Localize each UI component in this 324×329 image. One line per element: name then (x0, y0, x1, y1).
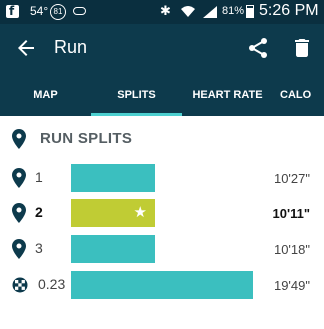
notification-badge-icon: 81 (50, 4, 66, 20)
split-label: 1 (35, 169, 43, 185)
voicemail-icon (73, 7, 86, 15)
split-label: 0.23 (38, 276, 66, 292)
split-bar (71, 235, 155, 263)
wifi-icon (181, 6, 195, 17)
split-row: 2 ★ 10'11" (0, 198, 324, 228)
split-label: 3 (35, 240, 43, 256)
facebook-notification-icon (6, 4, 19, 18)
map-pin-icon (12, 203, 26, 223)
split-label: 2 (35, 204, 43, 220)
split-pace: 10'27" (273, 171, 310, 186)
cell-signal-icon (203, 6, 217, 18)
run-splits-header: RUN SPLITS (0, 116, 324, 162)
share-icon[interactable] (246, 36, 270, 60)
delete-icon[interactable] (290, 36, 314, 60)
tab-bar: MAP SPLITS HEART RATE CALO (0, 72, 324, 116)
star-icon: ★ (133, 204, 147, 221)
map-pin-icon (12, 168, 26, 188)
app-bar: Run (0, 24, 324, 72)
battery-icon (246, 5, 254, 18)
page-title: Run (54, 37, 88, 57)
bluetooth-icon: ✱ (160, 3, 171, 18)
weather-temperature: 54° (30, 4, 49, 18)
map-pin-icon (12, 129, 26, 149)
tab-splits[interactable]: SPLITS (91, 72, 182, 116)
split-pace: 10'18" (273, 242, 310, 257)
tab-map[interactable]: MAP (0, 72, 91, 116)
split-row: 0.23 19'49" (0, 270, 324, 300)
split-pace: 19'49" (273, 278, 310, 293)
split-bar (71, 164, 155, 192)
split-row: 3 10'18" (0, 234, 324, 264)
map-pin-icon (12, 239, 26, 259)
back-arrow-icon[interactable] (14, 36, 38, 60)
tab-heart-rate[interactable]: HEART RATE (182, 72, 273, 116)
status-bar: 54° 81 ✱ 81% 5:26 PM (0, 0, 324, 24)
section-title: RUN SPLITS (40, 130, 133, 147)
tab-calories[interactable]: CALO (280, 72, 324, 116)
finish-flag-icon (12, 277, 28, 293)
split-pace: 10'11" (272, 206, 310, 221)
split-row: 1 10'27" (0, 163, 324, 193)
split-bar-best: ★ (71, 199, 155, 227)
status-time: 5:26 PM (259, 2, 319, 19)
battery-percent: 81% (222, 5, 245, 17)
split-bar (71, 271, 253, 299)
